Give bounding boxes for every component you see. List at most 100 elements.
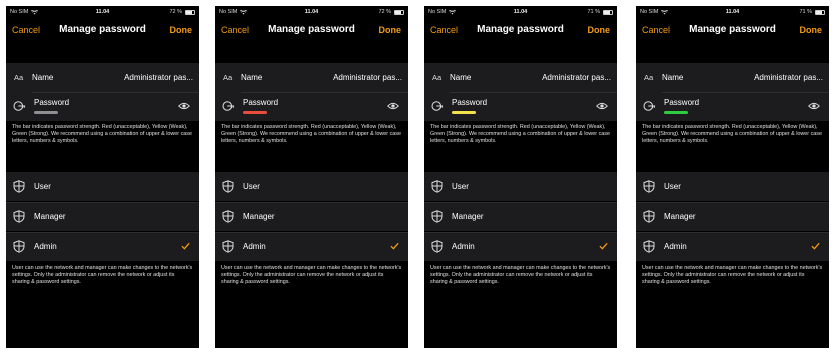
status-bar: No SIM 11.04 71 % <box>636 6 829 20</box>
status-bar: No SIM 11.04 72 % <box>215 6 408 20</box>
text-format-icon: Aa <box>432 73 442 82</box>
key-icon <box>431 101 444 111</box>
checkmark-icon <box>181 242 190 250</box>
battery-percent: 72 % <box>169 9 182 15</box>
done-button[interactable]: Done <box>170 25 193 35</box>
role-option-user[interactable]: User <box>636 172 829 201</box>
role-label: User <box>34 182 51 191</box>
battery-level <box>604 10 610 14</box>
phone-screen: No SIM 11.04 72 % Cancel Manage password… <box>6 6 199 348</box>
role-option-manager[interactable]: Manager <box>215 202 408 231</box>
name-value[interactable]: Administrator pas... <box>333 73 402 82</box>
role-option-manager[interactable]: Manager <box>424 202 617 231</box>
shield-icon <box>643 180 655 193</box>
battery-icon <box>394 9 404 15</box>
role-option-admin[interactable]: Admin <box>6 232 199 261</box>
password-label: Password <box>452 98 488 107</box>
strength-hint: The bar indicates password strength. Red… <box>221 124 401 145</box>
shield-icon <box>431 210 443 223</box>
roles-description: User can use the network and manager can… <box>12 265 193 286</box>
role-label: Manager <box>452 212 484 221</box>
battery-icon <box>185 9 195 15</box>
role-option-manager[interactable]: Manager <box>636 202 829 231</box>
navigation-bar: Cancel Manage password Done <box>424 20 617 42</box>
key-icon <box>643 101 656 111</box>
key-icon <box>222 101 235 111</box>
shield-icon <box>431 240 443 253</box>
cancel-button[interactable]: Cancel <box>12 25 40 35</box>
checkmark-icon <box>390 242 399 250</box>
role-label: Manager <box>664 212 696 221</box>
phone-screen: No SIM 11.04 71 % Cancel Manage password… <box>424 6 617 348</box>
password-label: Password <box>243 98 279 107</box>
battery-level <box>186 10 192 14</box>
role-option-user[interactable]: User <box>6 172 199 201</box>
done-button[interactable]: Done <box>379 25 402 35</box>
name-value[interactable]: Administrator pas... <box>542 73 611 82</box>
eye-icon[interactable] <box>387 102 399 110</box>
shield-icon <box>431 180 443 193</box>
password-strength-bar <box>664 111 688 114</box>
eye-icon[interactable] <box>178 102 190 110</box>
navigation-bar: Cancel Manage password Done <box>6 20 199 42</box>
done-button[interactable]: Done <box>588 25 611 35</box>
name-field[interactable]: Aa Name Administrator pas... <box>215 63 408 92</box>
shield-icon <box>643 210 655 223</box>
password-field[interactable]: Password <box>636 92 829 121</box>
name-label: Name <box>32 73 54 82</box>
role-label: User <box>452 182 469 191</box>
battery-icon <box>603 9 613 15</box>
roles-description: User can use the network and manager can… <box>642 265 823 286</box>
screenshot-stage: No SIM 11.04 72 % Cancel Manage password… <box>0 0 835 355</box>
name-label: Name <box>241 73 263 82</box>
status-bar: No SIM 11.04 72 % <box>6 6 199 20</box>
shield-icon <box>13 210 25 223</box>
role-option-admin[interactable]: Admin <box>215 232 408 261</box>
shield-icon <box>222 210 234 223</box>
password-strength-bar <box>34 111 58 114</box>
role-label: Manager <box>34 212 66 221</box>
text-format-icon: Aa <box>644 73 654 82</box>
shield-icon <box>13 180 25 193</box>
eye-icon[interactable] <box>808 102 820 110</box>
name-field[interactable]: Aa Name Administrator pas... <box>424 63 617 92</box>
role-option-user[interactable]: User <box>424 172 617 201</box>
name-field[interactable]: Aa Name Administrator pas... <box>636 63 829 92</box>
role-label: Manager <box>243 212 275 221</box>
cancel-button[interactable]: Cancel <box>221 25 249 35</box>
role-option-admin[interactable]: Admin <box>636 232 829 261</box>
shield-icon <box>222 180 234 193</box>
checkmark-icon <box>599 242 608 250</box>
role-label: Admin <box>452 242 475 251</box>
phone-screen: No SIM 11.04 72 % Cancel Manage password… <box>215 6 408 348</box>
role-label: User <box>243 182 260 191</box>
name-value[interactable]: Administrator pas... <box>124 73 193 82</box>
cancel-button[interactable]: Cancel <box>430 25 458 35</box>
roles-description: User can use the network and manager can… <box>221 265 402 286</box>
text-format-icon: Aa <box>223 73 233 82</box>
name-field[interactable]: Aa Name Administrator pas... <box>6 63 199 92</box>
shield-icon <box>13 240 25 253</box>
text-format-icon: Aa <box>14 73 24 82</box>
key-icon <box>13 101 26 111</box>
password-field[interactable]: Password <box>215 92 408 121</box>
shield-icon <box>222 240 234 253</box>
navigation-bar: Cancel Manage password Done <box>636 20 829 42</box>
cancel-button[interactable]: Cancel <box>642 25 670 35</box>
role-option-user[interactable]: User <box>215 172 408 201</box>
battery-level <box>816 10 822 14</box>
battery-percent: 71 % <box>587 9 600 15</box>
password-field[interactable]: Password <box>424 92 617 121</box>
role-option-manager[interactable]: Manager <box>6 202 199 231</box>
status-bar: No SIM 11.04 71 % <box>424 6 617 20</box>
battery-icon <box>815 9 825 15</box>
battery-percent: 72 % <box>378 9 391 15</box>
role-label: Admin <box>243 242 266 251</box>
role-label: User <box>664 182 681 191</box>
password-field[interactable]: Password <box>6 92 199 121</box>
role-option-admin[interactable]: Admin <box>424 232 617 261</box>
name-value[interactable]: Administrator pas... <box>754 73 823 82</box>
done-button[interactable]: Done <box>800 25 823 35</box>
eye-icon[interactable] <box>596 102 608 110</box>
password-strength-bar <box>452 111 476 114</box>
